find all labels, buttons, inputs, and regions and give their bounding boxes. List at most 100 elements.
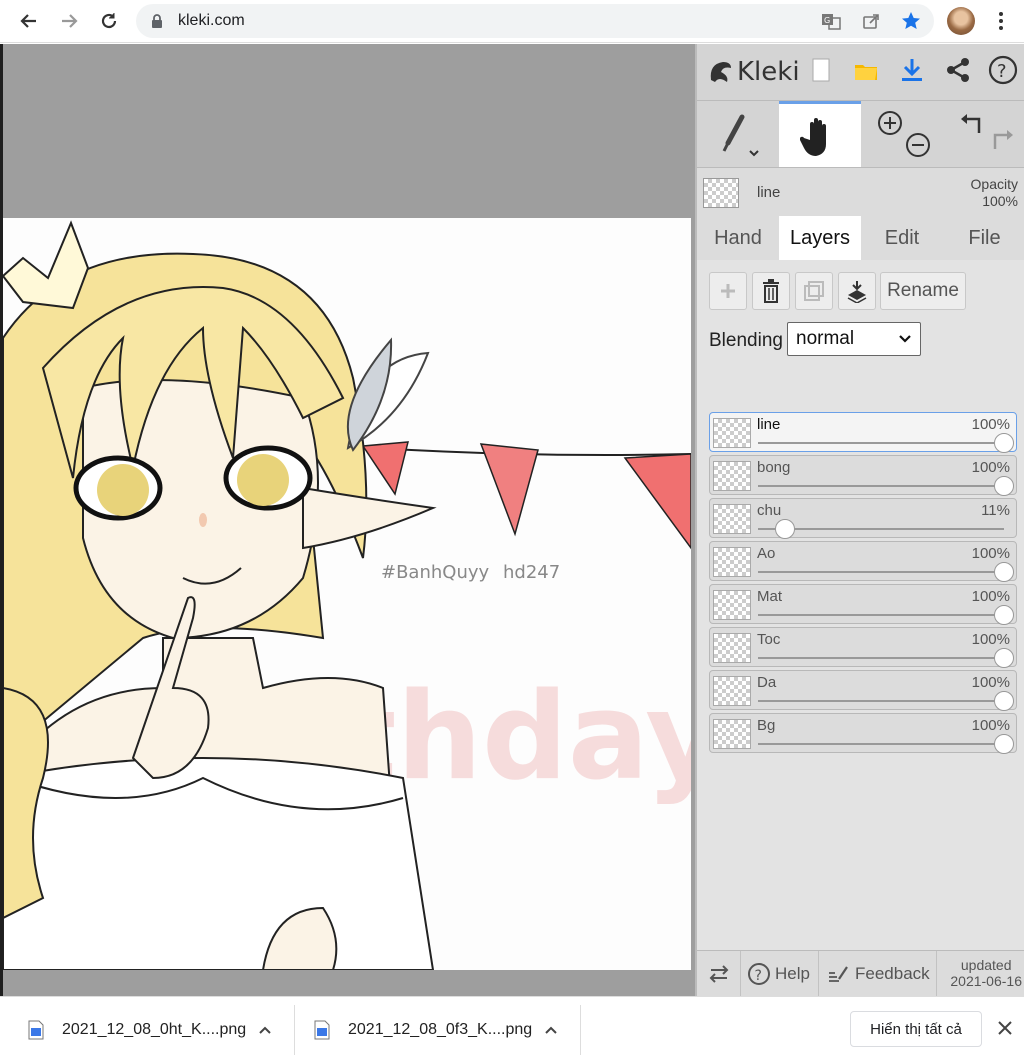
star-icon[interactable] [900,10,922,32]
duplicate-layer-button[interactable] [795,272,833,310]
redo-icon [993,130,1013,149]
layer-opacity: 100% [971,674,1010,691]
reload-icon[interactable] [96,8,122,34]
layer-opacity-slider[interactable] [758,442,1004,444]
hand-tool[interactable] [779,101,861,167]
brush-icon [722,114,759,157]
artwork-canvas[interactable]: birthday #BanhQuyy hd247 [3,218,691,970]
layer-opacity-knob[interactable] [994,433,1014,453]
tab-edit[interactable]: Edit [861,216,943,260]
share-icon[interactable] [942,54,974,86]
blending-select[interactable]: normal [787,322,921,356]
help-icon[interactable]: ? [987,54,1019,86]
blending-label: Blending [709,330,783,351]
add-layer-button[interactable] [709,272,747,310]
layer-thumbnail [713,633,751,663]
swap-arrows-icon [709,965,728,983]
layer-opacity: 100% [971,588,1010,605]
zoom-tool[interactable] [869,101,939,167]
layer-name: Mat [757,588,783,605]
tab-layers[interactable]: Layers [779,216,861,260]
layer-name: Toc [757,631,781,648]
layer-opacity-slider[interactable] [758,700,1004,702]
canvas-area[interactable]: birthday #BanhQuyy hd247 [3,44,695,996]
new-file-icon[interactable] [805,54,837,86]
layer-opacity-slider[interactable] [758,571,1004,573]
delete-layer-button[interactable] [752,272,790,310]
chevron-up-icon[interactable] [544,1025,558,1035]
tool-row [697,100,1024,168]
layer-thumbnail [713,504,751,534]
svg-text:G: G [824,16,830,25]
layer-name: Bg [757,717,776,734]
layer-opacity-slider[interactable] [758,614,1004,616]
address-bar[interactable]: kleki.com G [136,4,934,38]
svg-text:?: ? [755,968,762,984]
layer-thumbnail [713,719,751,749]
download-item-2[interactable]: 2021_12_08_0f3_K....png [314,1005,566,1055]
layer-thumbnail [713,418,751,448]
layer-opacity-knob[interactable] [994,562,1014,582]
layer-opacity-slider[interactable] [758,657,1004,659]
trash-icon [763,279,779,303]
layer-opacity: 100% [971,459,1010,476]
panel-footer: ? Help Feedback updated 2021-06-16 [697,950,1024,997]
opacity-readout[interactable]: Opacity 100% [971,176,1018,210]
layer-opacity-knob[interactable] [994,691,1014,711]
back-icon[interactable] [16,8,42,34]
layer-item-ao[interactable]: Ao 100% [709,541,1017,582]
layer-item-bg[interactable]: Bg 100% [709,713,1017,754]
download-item-1[interactable]: 2021_12_08_0ht_K....png [28,1005,280,1055]
tab-hand[interactable]: Hand [697,216,779,260]
layer-name: chu [757,502,782,519]
tab-file[interactable]: File [943,216,1024,260]
layer-opacity: 100% [971,545,1010,562]
layer-opacity-knob[interactable] [775,519,796,539]
layer-item-da[interactable]: Da 100% [709,670,1017,711]
help-button[interactable]: ? Help [741,951,819,997]
kleki-logo[interactable]: Kleki [707,52,800,92]
updated-date: 2021-06-16 [950,973,1022,989]
profile-avatar[interactable] [947,7,975,35]
menu-icon[interactable] [992,9,1010,33]
rename-layer-button[interactable]: Rename [880,272,966,310]
brush-tool[interactable] [697,101,777,167]
layer-opacity-knob[interactable] [994,734,1014,754]
layer-opacity-slider[interactable] [758,485,1004,487]
lock-icon [150,13,164,34]
undo-icon [961,114,981,133]
layer-thumbnail [713,547,751,577]
plus-icon [721,284,735,298]
share-icon[interactable] [860,10,882,32]
download-divider [580,1005,581,1055]
translate-icon[interactable]: G [820,10,842,32]
layer-opacity-knob[interactable] [994,476,1014,496]
layer-item-bong[interactable]: bong 100% [709,455,1017,496]
chevron-down-icon [899,335,911,343]
layer-item-line[interactable]: line 100% [709,412,1017,453]
swap-side-button[interactable] [697,951,741,997]
merge-layer-button[interactable] [838,272,876,310]
opacity-label: Opacity [970,176,1018,192]
forward-icon[interactable] [56,8,82,34]
layer-name: Da [757,674,777,691]
layer-item-mat[interactable]: Mat 100% [709,584,1017,625]
layer-item-toc[interactable]: Toc 100% [709,627,1017,668]
layer-thumbnail [713,590,751,620]
layer-name: line [757,416,781,433]
layer-opacity-knob[interactable] [994,648,1014,668]
layer-opacity: 100% [971,631,1010,648]
download-icon[interactable] [896,54,928,86]
close-icon[interactable] [994,1017,1016,1039]
current-layer-thumb [703,178,739,208]
feedback-button[interactable]: Feedback [819,951,937,997]
open-folder-icon[interactable] [850,54,882,86]
layer-item-chu[interactable]: chu 11% [709,498,1017,539]
layer-opacity-slider[interactable] [758,743,1004,745]
panel-header: Kleki ? [697,44,1024,100]
chevron-up-icon[interactable] [258,1025,272,1035]
undo-redo[interactable] [949,101,1024,167]
layer-opacity-knob[interactable] [994,605,1014,625]
layer-thumbnail [713,461,751,491]
show-all-downloads-button[interactable]: Hiển thị tất cả [850,1011,982,1047]
